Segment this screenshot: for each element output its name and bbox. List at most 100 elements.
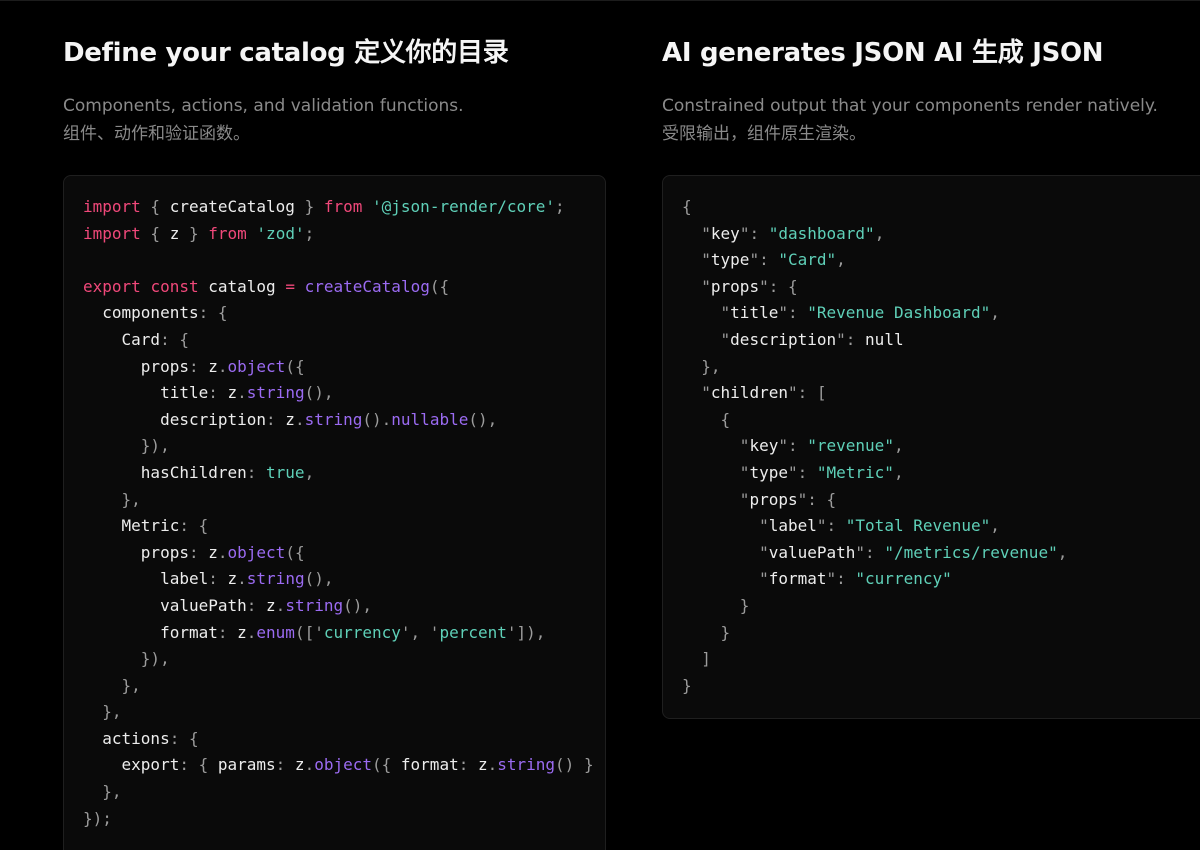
json-description: Constrained output that your components …	[662, 92, 1158, 148]
code-token: description	[160, 409, 267, 429]
code-token: key	[710, 223, 740, 243]
code-line: export: { params: z.object({ format: z.s…	[83, 752, 605, 779]
code-token: =	[285, 276, 295, 296]
code-token: }	[682, 675, 692, 695]
code-token: props	[140, 542, 189, 562]
code-token: :	[217, 622, 238, 642]
code-line: actions: {	[83, 726, 605, 753]
code-token: {	[682, 197, 692, 216]
code-token: valuePath	[768, 542, 856, 562]
code-line: "props": {	[682, 274, 1200, 301]
code-token: "	[682, 436, 750, 456]
code-token: params	[217, 755, 276, 775]
code-token: :	[208, 383, 228, 403]
code-line: import { createCatalog } from '@json-ren…	[83, 194, 605, 221]
code-token: "	[682, 276, 711, 296]
code-token: ":	[778, 303, 808, 323]
code-token: valuePath	[160, 595, 247, 615]
code-line: });	[83, 806, 605, 833]
catalog-code-block[interactable]: import { createCatalog } from '@json-ren…	[63, 175, 606, 850]
code-token: "Revenue Dashboard"	[807, 303, 991, 323]
code-token: (),	[304, 569, 334, 589]
code-token: (),	[304, 383, 334, 403]
code-token: "/metrics/revenue"	[884, 542, 1058, 562]
code-token: string	[246, 569, 305, 589]
code-token: :	[188, 356, 209, 376]
code-token: }	[682, 595, 750, 615]
code-token: percent	[439, 622, 507, 642]
code-token: :	[246, 462, 267, 482]
code-token: from	[323, 197, 363, 216]
code-token: currency	[323, 622, 401, 642]
code-token: components	[102, 303, 199, 323]
code-token: nullable	[391, 409, 469, 429]
code-token: ({	[372, 755, 401, 775]
code-token: }	[179, 223, 209, 243]
code-line: Card: {	[83, 327, 605, 354]
code-token: ":	[826, 569, 856, 589]
code-token: type	[710, 250, 750, 270]
code-token: .	[487, 755, 498, 775]
code-token: z	[237, 622, 247, 642]
code-line: props: z.object({	[83, 354, 605, 381]
code-token: ": [	[787, 383, 827, 403]
json-code: { "key": "dashboard", "type": "Card", "p…	[663, 176, 1200, 699]
code-token: title	[160, 383, 209, 403]
code-token: import	[83, 197, 141, 216]
code-token: format	[400, 755, 459, 775]
code-token: string	[285, 595, 344, 615]
code-token: catalog	[208, 276, 276, 296]
code-line: format: z.enum(['currency', 'percent']),	[83, 620, 605, 647]
code-token: z	[266, 595, 276, 615]
code-token: ', '	[400, 622, 440, 642]
code-token: from	[208, 223, 247, 243]
code-token: .	[275, 595, 286, 615]
code-token: :	[246, 595, 267, 615]
code-token: ,	[990, 303, 1000, 323]
code-token: enum	[256, 622, 295, 642]
code-token: "Total Revenue"	[845, 516, 991, 536]
code-token: (),	[468, 409, 498, 429]
code-token: :	[458, 755, 478, 775]
code-token: "dashboard"	[768, 223, 875, 243]
code-token: .	[217, 542, 228, 562]
code-token: description	[730, 329, 837, 349]
catalog-code: import { createCatalog } from '@json-ren…	[64, 176, 605, 832]
code-token: export	[83, 276, 141, 296]
code-token: "	[682, 489, 750, 509]
code-token: ;	[304, 223, 315, 243]
code-token: :	[188, 542, 209, 562]
json-code-block[interactable]: { "key": "dashboard", "type": "Card", "p…	[662, 175, 1200, 719]
code-line: },	[83, 673, 605, 700]
code-line: hasChildren: true,	[83, 460, 605, 487]
code-line: "label": "Total Revenue",	[682, 513, 1200, 540]
code-line: props: z.object({	[83, 540, 605, 567]
code-token: "	[682, 383, 711, 403]
code-token: ":	[787, 462, 817, 482]
code-token: "	[682, 329, 731, 349]
code-token: (),	[343, 595, 373, 615]
code-token: ({	[429, 276, 450, 296]
code-token: '@json-render/core'	[372, 197, 556, 216]
code-line: valuePath: z.string(),	[83, 593, 605, 620]
code-line: },	[83, 779, 605, 806]
code-token: {	[140, 223, 170, 243]
catalog-description-zh: 组件、动作和验证函数。	[63, 124, 250, 144]
code-token: },	[83, 702, 122, 722]
code-token: type	[749, 462, 788, 482]
code-token: }	[294, 197, 324, 216]
code-token: }	[682, 622, 731, 642]
code-line: "format": "currency"	[682, 566, 1200, 593]
code-token: ": {	[797, 489, 837, 509]
code-token: ().	[362, 409, 392, 429]
code-line: "props": {	[682, 487, 1200, 514]
code-token: : {	[179, 755, 218, 775]
code-token: ]	[682, 649, 711, 669]
